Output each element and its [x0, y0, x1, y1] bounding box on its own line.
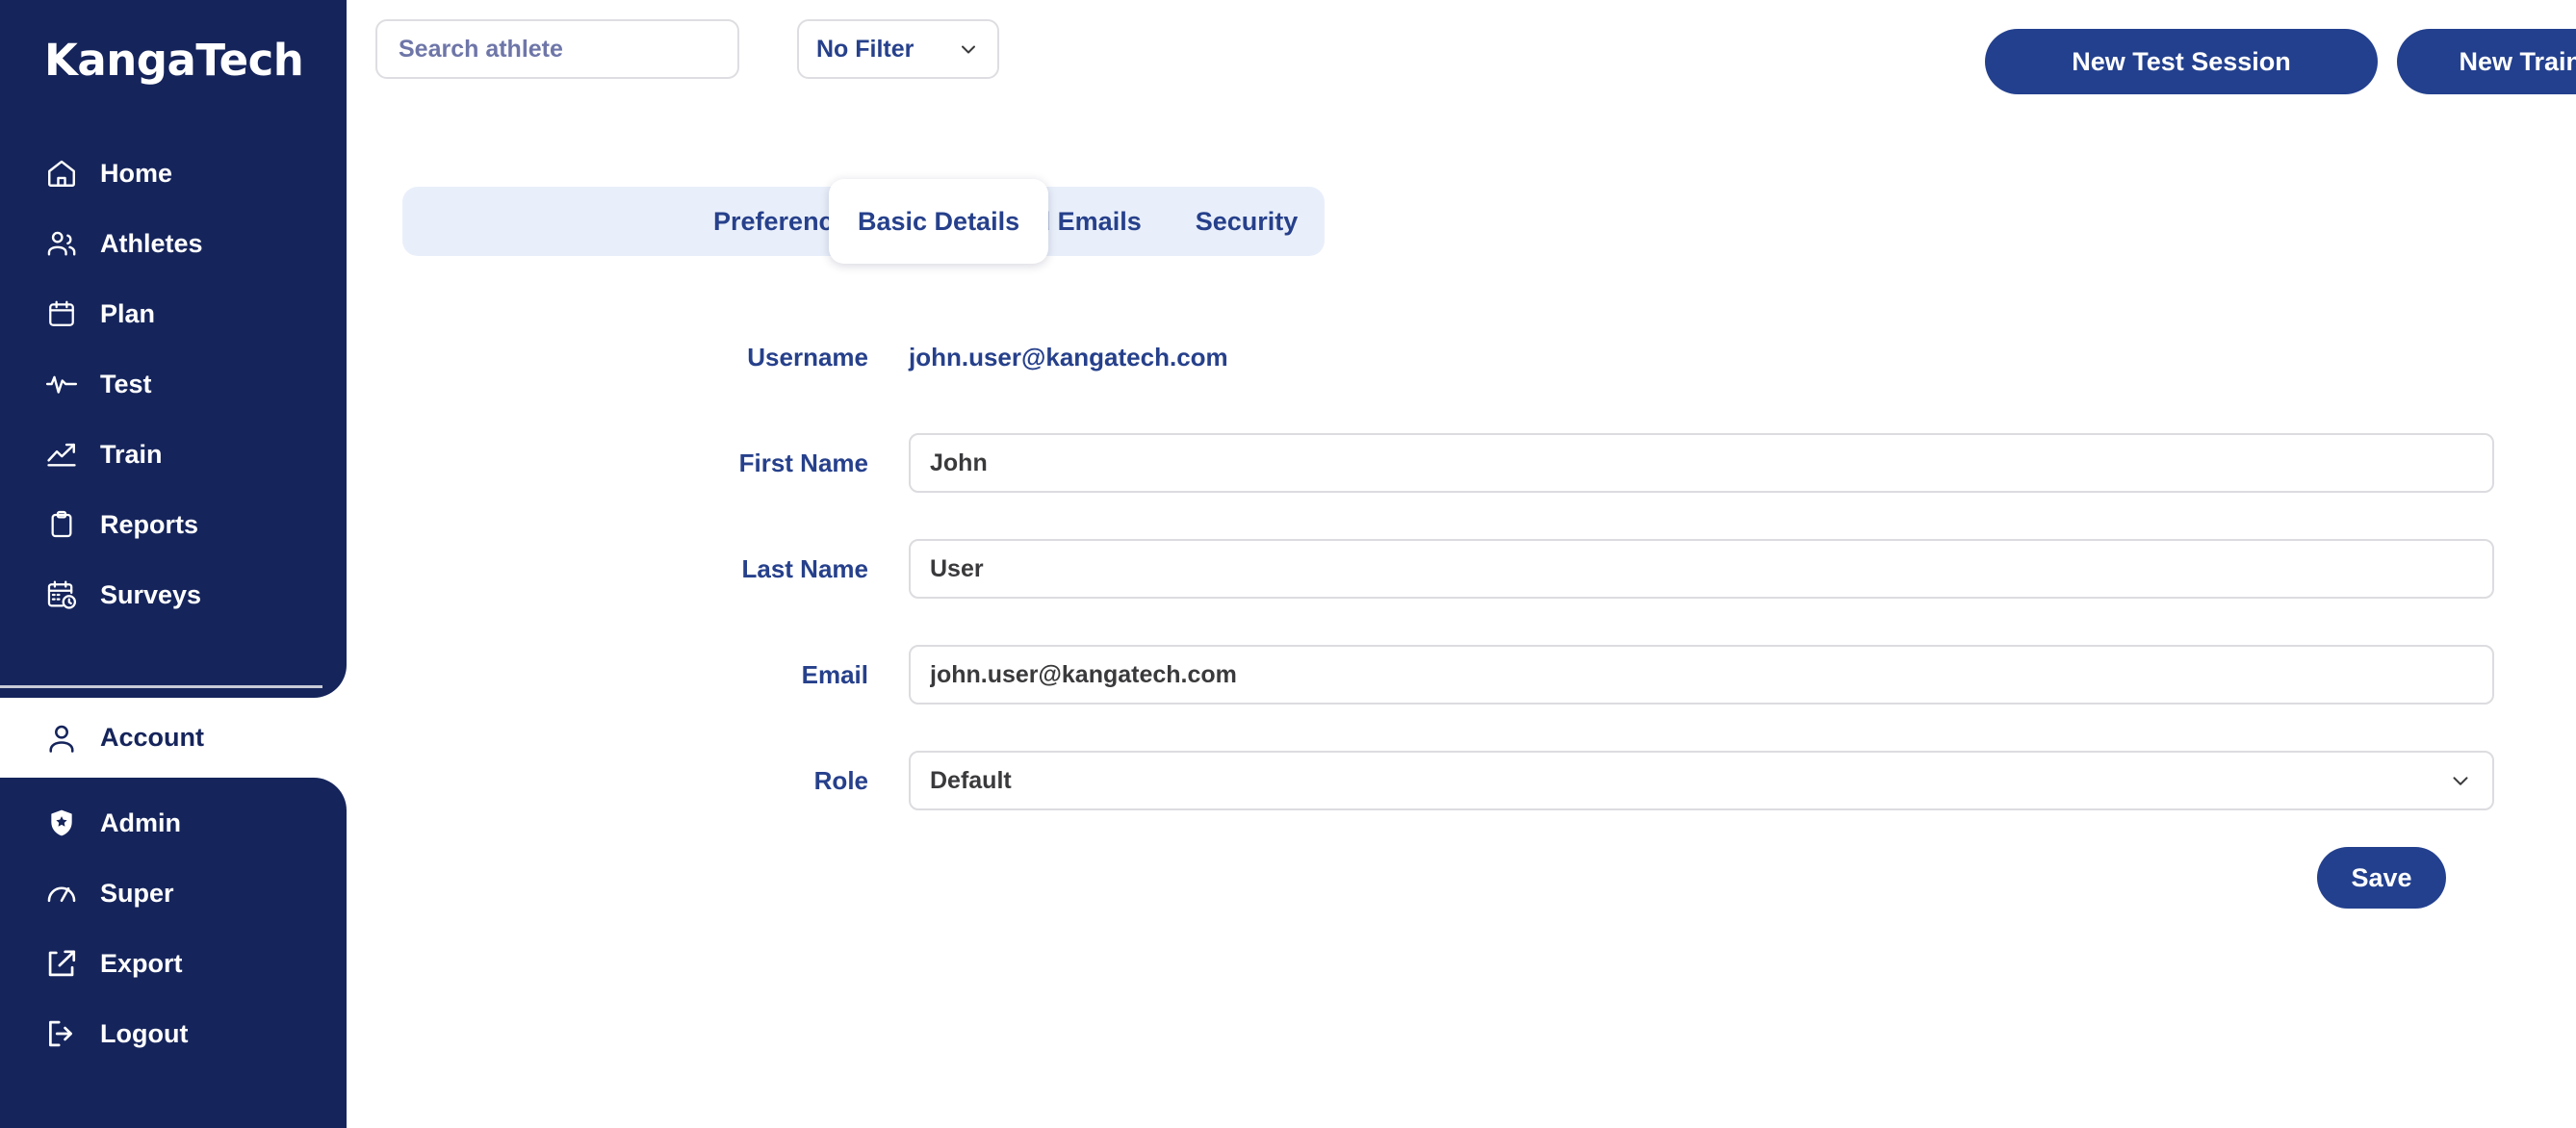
save-row: Save [347, 847, 2576, 909]
calendar-icon [44, 296, 79, 331]
users-icon [44, 226, 79, 261]
share-export-icon [44, 946, 79, 981]
email-input[interactable] [909, 645, 2494, 705]
calendar-clock-icon [44, 577, 79, 612]
new-test-session-button[interactable]: New Test Session [1985, 29, 2378, 94]
sidebar-item-label: Reports [100, 509, 199, 539]
sidebar-primary-nav: Home Athletes Plan Test Train Reports Su… [0, 149, 347, 641]
sidebar-item-label: Train [100, 439, 163, 469]
tab-security[interactable]: Security [1169, 187, 1326, 256]
sidebar-item-label: Super [100, 878, 174, 908]
search-input[interactable]: Search athlete [375, 19, 739, 79]
first-name-input[interactable] [909, 433, 2494, 493]
sidebar-item-reports[interactable]: Reports [0, 500, 347, 549]
new-training-session-button[interactable]: New Training Session [2397, 29, 2576, 94]
sidebar-item-logout[interactable]: Logout [0, 1010, 347, 1058]
app-root: KangaTech Home Athletes Plan Test Train … [0, 0, 2576, 1128]
sidebar-item-athletes[interactable]: Athletes [0, 219, 347, 268]
gauge-icon [44, 876, 79, 910]
sidebar-item-export[interactable]: Export [0, 939, 347, 987]
shield-star-icon [44, 806, 79, 840]
last-name-label: Last Name [741, 553, 869, 583]
sidebar-item-label: Athletes [100, 228, 203, 258]
filter-select-value: No Filter [816, 35, 914, 63]
chevron-down-icon [2448, 768, 2473, 793]
sidebar-item-label: Logout [100, 1018, 189, 1048]
sidebar-item-plan[interactable]: Plan [0, 290, 347, 338]
user-icon [44, 721, 79, 756]
sidebar-item-super[interactable]: Super [0, 869, 347, 917]
form-row-last-name: Last Name [347, 539, 2576, 599]
username-label: Username [747, 342, 868, 372]
sidebar-secondary-nav: Admin Super Export Logout [0, 799, 347, 1080]
sidebar-item-test[interactable]: Test [0, 360, 347, 408]
role-label: Role [813, 765, 868, 795]
sidebar-item-label: Surveys [100, 579, 202, 609]
role-select[interactable]: Default [909, 751, 2494, 810]
sidebar-item-label: Account [100, 723, 204, 752]
sidebar-item-admin[interactable]: Admin [0, 799, 347, 847]
filter-select[interactable]: No Filter [797, 19, 999, 79]
form-row-first-name: First Name [347, 433, 2576, 493]
sidebar-item-label: Home [100, 158, 173, 188]
sidebar-item-account[interactable]: Account [23, 698, 350, 778]
chevron-down-icon [957, 38, 980, 61]
form-row-role: Role Default [347, 751, 2576, 810]
logout-icon [44, 1016, 79, 1051]
home-icon [44, 156, 79, 191]
trending-up-icon [44, 437, 79, 472]
sidebar-item-label: Plan [100, 298, 156, 328]
sidebar: KangaTech Home Athletes Plan Test Train … [0, 0, 350, 1128]
sidebar-item-label: Admin [100, 808, 181, 837]
sidebar-item-label: Export [100, 948, 183, 978]
sidebar-item-surveys[interactable]: Surveys [0, 571, 347, 619]
save-button[interactable]: Save [2317, 847, 2446, 909]
tab-basic-details[interactable]: Basic Details [829, 179, 1049, 264]
last-name-input[interactable] [909, 539, 2494, 599]
tab-bar: Basic Details Preferences Registered Ema… [402, 179, 1326, 264]
form-row-username: Username john.user@kangatech.com [347, 327, 2576, 387]
username-value: john.user@kangatech.com [909, 342, 1228, 372]
sidebar-item-label: Test [100, 369, 152, 398]
brand-logo: KangaTech [44, 35, 304, 86]
role-select-value: Default [930, 766, 1012, 794]
basic-details-form: Username john.user@kangatech.com First N… [347, 327, 2576, 857]
sidebar-divider [0, 685, 322, 688]
first-name-label: First Name [738, 448, 868, 477]
clipboard-icon [44, 507, 79, 542]
topbar: Search athlete No Filter New Test Sessio… [347, 0, 2576, 114]
email-label: Email [801, 659, 868, 689]
sidebar-item-train[interactable]: Train [0, 430, 347, 478]
form-row-email: Email [347, 645, 2576, 705]
sidebar-item-home[interactable]: Home [0, 149, 347, 197]
pulse-icon [44, 367, 79, 401]
